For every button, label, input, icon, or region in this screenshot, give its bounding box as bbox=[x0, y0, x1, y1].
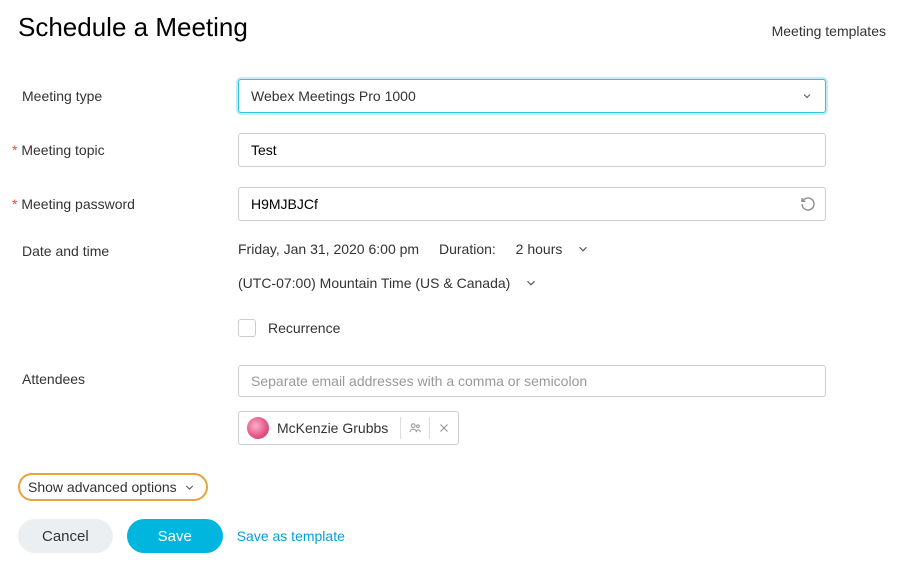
chevron-down-icon bbox=[801, 90, 813, 102]
meeting-password-input[interactable] bbox=[238, 187, 826, 221]
attendee-name: McKenzie Grubbs bbox=[277, 420, 400, 436]
datetime-value[interactable]: Friday, Jan 31, 2020 6:00 pm bbox=[238, 241, 419, 257]
chevron-down-icon[interactable] bbox=[576, 242, 590, 256]
meeting-type-select[interactable]: Webex Meetings Pro 1000 bbox=[238, 79, 826, 113]
attendees-label: Attendees bbox=[18, 365, 238, 387]
recurrence-checkbox[interactable] bbox=[238, 319, 256, 337]
chevron-down-icon[interactable] bbox=[524, 276, 538, 290]
meeting-type-value: Webex Meetings Pro 1000 bbox=[251, 88, 416, 104]
save-button[interactable]: Save bbox=[127, 519, 223, 553]
advanced-label: Show advanced options bbox=[28, 479, 177, 495]
chevron-down-icon bbox=[183, 481, 196, 494]
show-advanced-options[interactable]: Show advanced options bbox=[18, 473, 208, 501]
date-time-label: Date and time bbox=[18, 241, 238, 259]
meeting-type-label: Meeting type bbox=[18, 88, 238, 104]
refresh-icon[interactable] bbox=[800, 196, 816, 212]
meeting-templates-link[interactable]: Meeting templates bbox=[772, 23, 886, 39]
meeting-topic-label: Meeting topic bbox=[18, 142, 238, 158]
attendee-chip: McKenzie Grubbs bbox=[238, 411, 459, 445]
recurrence-label: Recurrence bbox=[268, 320, 340, 336]
avatar bbox=[247, 417, 269, 439]
save-as-template-link[interactable]: Save as template bbox=[237, 528, 345, 544]
attendees-input[interactable] bbox=[238, 365, 826, 397]
duration-label: Duration: bbox=[439, 241, 496, 257]
cancel-button[interactable]: Cancel bbox=[18, 519, 113, 553]
duration-value[interactable]: 2 hours bbox=[516, 241, 563, 257]
meeting-password-label: Meeting password bbox=[18, 196, 238, 212]
timezone-value[interactable]: (UTC-07:00) Mountain Time (US & Canada) bbox=[238, 275, 510, 291]
meeting-topic-input[interactable] bbox=[238, 133, 826, 167]
remove-attendee-icon[interactable] bbox=[430, 421, 458, 435]
page-title: Schedule a Meeting bbox=[18, 12, 248, 43]
assign-cohost-icon[interactable] bbox=[401, 421, 429, 435]
